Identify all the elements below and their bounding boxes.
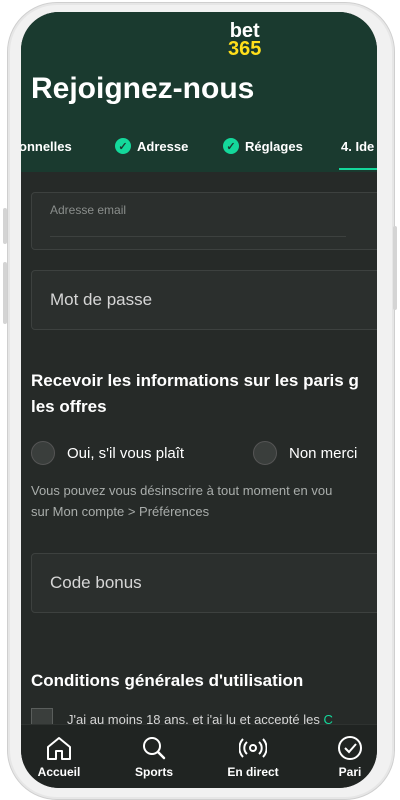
check-icon: ✓ [115,138,131,154]
step-identification[interactable]: 4. Ide [341,136,374,156]
unsubscribe-note: Vous pouvez vous désinscrire à tout mome… [31,483,333,519]
brand-logo: bet 365 [228,20,262,60]
step-reglages[interactable]: ✓ Réglages [223,136,303,156]
phone-side-button [3,208,7,244]
active-step-indicator [339,168,377,170]
radio-circle [31,441,55,465]
marketing-no-radio[interactable]: Non merci [253,441,357,465]
email-field-label: Adresse email [50,203,127,217]
password-field[interactable]: Mot de passe [31,270,377,330]
step-adresse[interactable]: ✓ Adresse [115,136,188,156]
bonus-code-placeholder: Code bonus [50,573,142,592]
radio-circle [253,441,277,465]
tab-sports[interactable]: Sports [114,735,194,779]
check-circle-icon [338,736,362,760]
phone-side-button [3,262,7,324]
bottom-tab-bar: Accueil Sports En direct Pari [21,724,377,788]
terms-heading: Conditions générales d'utilisation [31,671,304,690]
tab-en-direct[interactable]: En direct [213,735,293,779]
search-icon [143,737,166,760]
marketing-yes-label: Oui, s'il vous plaît [67,444,185,462]
page-title: Rejoignez-nous [31,72,255,105]
live-icon [239,738,267,758]
step-tabs: onnelles ✓ Adresse ✓ Réglages 4. Ide [21,136,377,172]
email-field-underline [50,236,346,237]
tab-paris[interactable]: Pari [310,735,377,779]
bonus-code-field[interactable]: Code bonus [31,553,377,613]
marketing-heading: Recevoir les informations sur les paris … [31,371,359,416]
marketing-yes-radio[interactable]: Oui, s'il vous plaît [31,441,184,465]
password-field-placeholder: Mot de passe [50,290,153,309]
phone-side-button [393,226,397,310]
home-icon [47,737,71,760]
email-field[interactable]: Adresse email [31,192,377,250]
tab-accueil[interactable]: Accueil [21,735,99,779]
step-personnelles[interactable]: onnelles [21,136,72,156]
marketing-no-label: Non merci [289,444,358,462]
header: bet 365 Rejoignez-nous onnelles ✓ Adress… [21,12,377,172]
check-icon: ✓ [223,138,239,154]
app-screen: bet 365 Rejoignez-nous onnelles ✓ Adress… [21,12,377,788]
